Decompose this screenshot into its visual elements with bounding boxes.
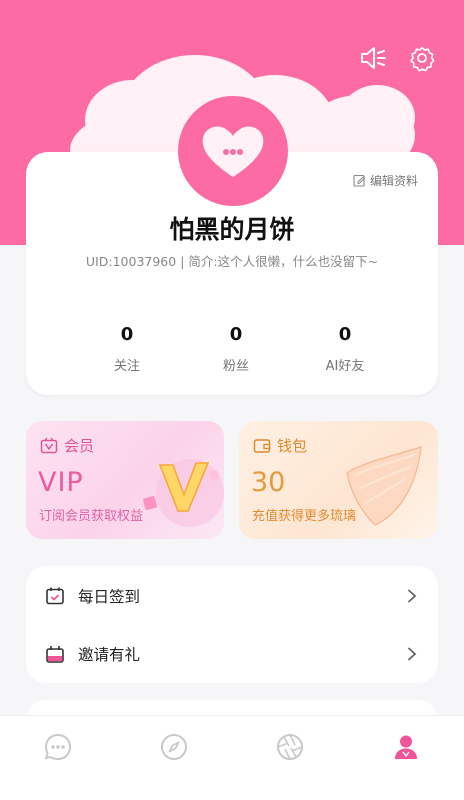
edit-profile-button[interactable]: 编辑资料: [353, 172, 418, 189]
wallet-icon: [253, 438, 271, 453]
nickname: 怕黑的月饼: [169, 215, 295, 244]
menu-item-daily-checkin[interactable]: 每日签到: [26, 568, 438, 624]
cloud-decoration: [340, 85, 415, 150]
vip-v-decoration: [143, 459, 224, 527]
wallet-title: 钱包: [277, 437, 308, 455]
edit-icon: [353, 174, 366, 187]
stat-value: 0: [229, 324, 243, 345]
stat-following[interactable]: 0 关注: [82, 324, 172, 374]
aperture-icon: [277, 734, 303, 760]
calendar-check-icon: [44, 585, 66, 607]
compass-icon: [161, 734, 187, 760]
vip-crown-icon: [40, 437, 58, 454]
settings-gear-icon[interactable]: [408, 44, 436, 72]
chevron-right-icon: [404, 588, 420, 604]
bottom-tab-bar: [0, 715, 464, 800]
stats-row: 0 关注 0 粉丝 0 AI好友: [26, 324, 438, 374]
menu-list: 每日签到 邀请有礼: [26, 566, 438, 683]
tab-profile[interactable]: [386, 732, 426, 766]
stat-label: AI好友: [325, 359, 365, 374]
chat-bubble-icon: [44, 733, 72, 761]
menu-item-invite-gift[interactable]: 邀请有礼: [26, 626, 438, 682]
user-profile-icon: [395, 735, 417, 759]
wallet-amount: 30: [251, 467, 286, 498]
chevron-right-icon: [404, 646, 420, 662]
uid-bio-line: UID:10037960 | 简介:这个人很懒，什么也没留下~: [85, 254, 379, 269]
stat-value: 0: [120, 324, 134, 345]
stat-followers[interactable]: 0 粉丝: [191, 324, 281, 374]
gift-calendar-icon: [44, 643, 66, 665]
avatar[interactable]: [178, 96, 288, 206]
menu-item-label: 每日签到: [78, 588, 141, 606]
wallet-subtitle: 充值获得更多琉璃: [252, 509, 357, 524]
vip-headline: VIP: [38, 467, 84, 498]
chat-heart-icon: [202, 126, 264, 177]
wallet-header: 钱包: [253, 435, 307, 456]
stat-label: 粉丝: [222, 359, 249, 374]
stat-value: 0: [338, 324, 352, 345]
vip-title: 会员: [64, 437, 95, 455]
menu-item-label: 邀请有礼: [78, 646, 141, 664]
tab-chat[interactable]: [38, 732, 78, 766]
edit-profile-label: 编辑资料: [369, 174, 418, 188]
tab-discover[interactable]: [154, 732, 194, 766]
wallet-card[interactable]: 钱包 30 充值获得更多琉璃: [239, 421, 438, 539]
tab-explore[interactable]: [270, 732, 310, 766]
vip-header: 会员: [40, 435, 94, 456]
vip-card[interactable]: 会员 VIP 订阅会员获取权益: [26, 421, 224, 539]
vip-subtitle: 订阅会员获取权益: [39, 509, 144, 524]
speaker-icon[interactable]: [359, 44, 387, 72]
stat-ai-friends[interactable]: 0 AI好友: [300, 324, 390, 374]
stat-label: 关注: [113, 359, 140, 374]
